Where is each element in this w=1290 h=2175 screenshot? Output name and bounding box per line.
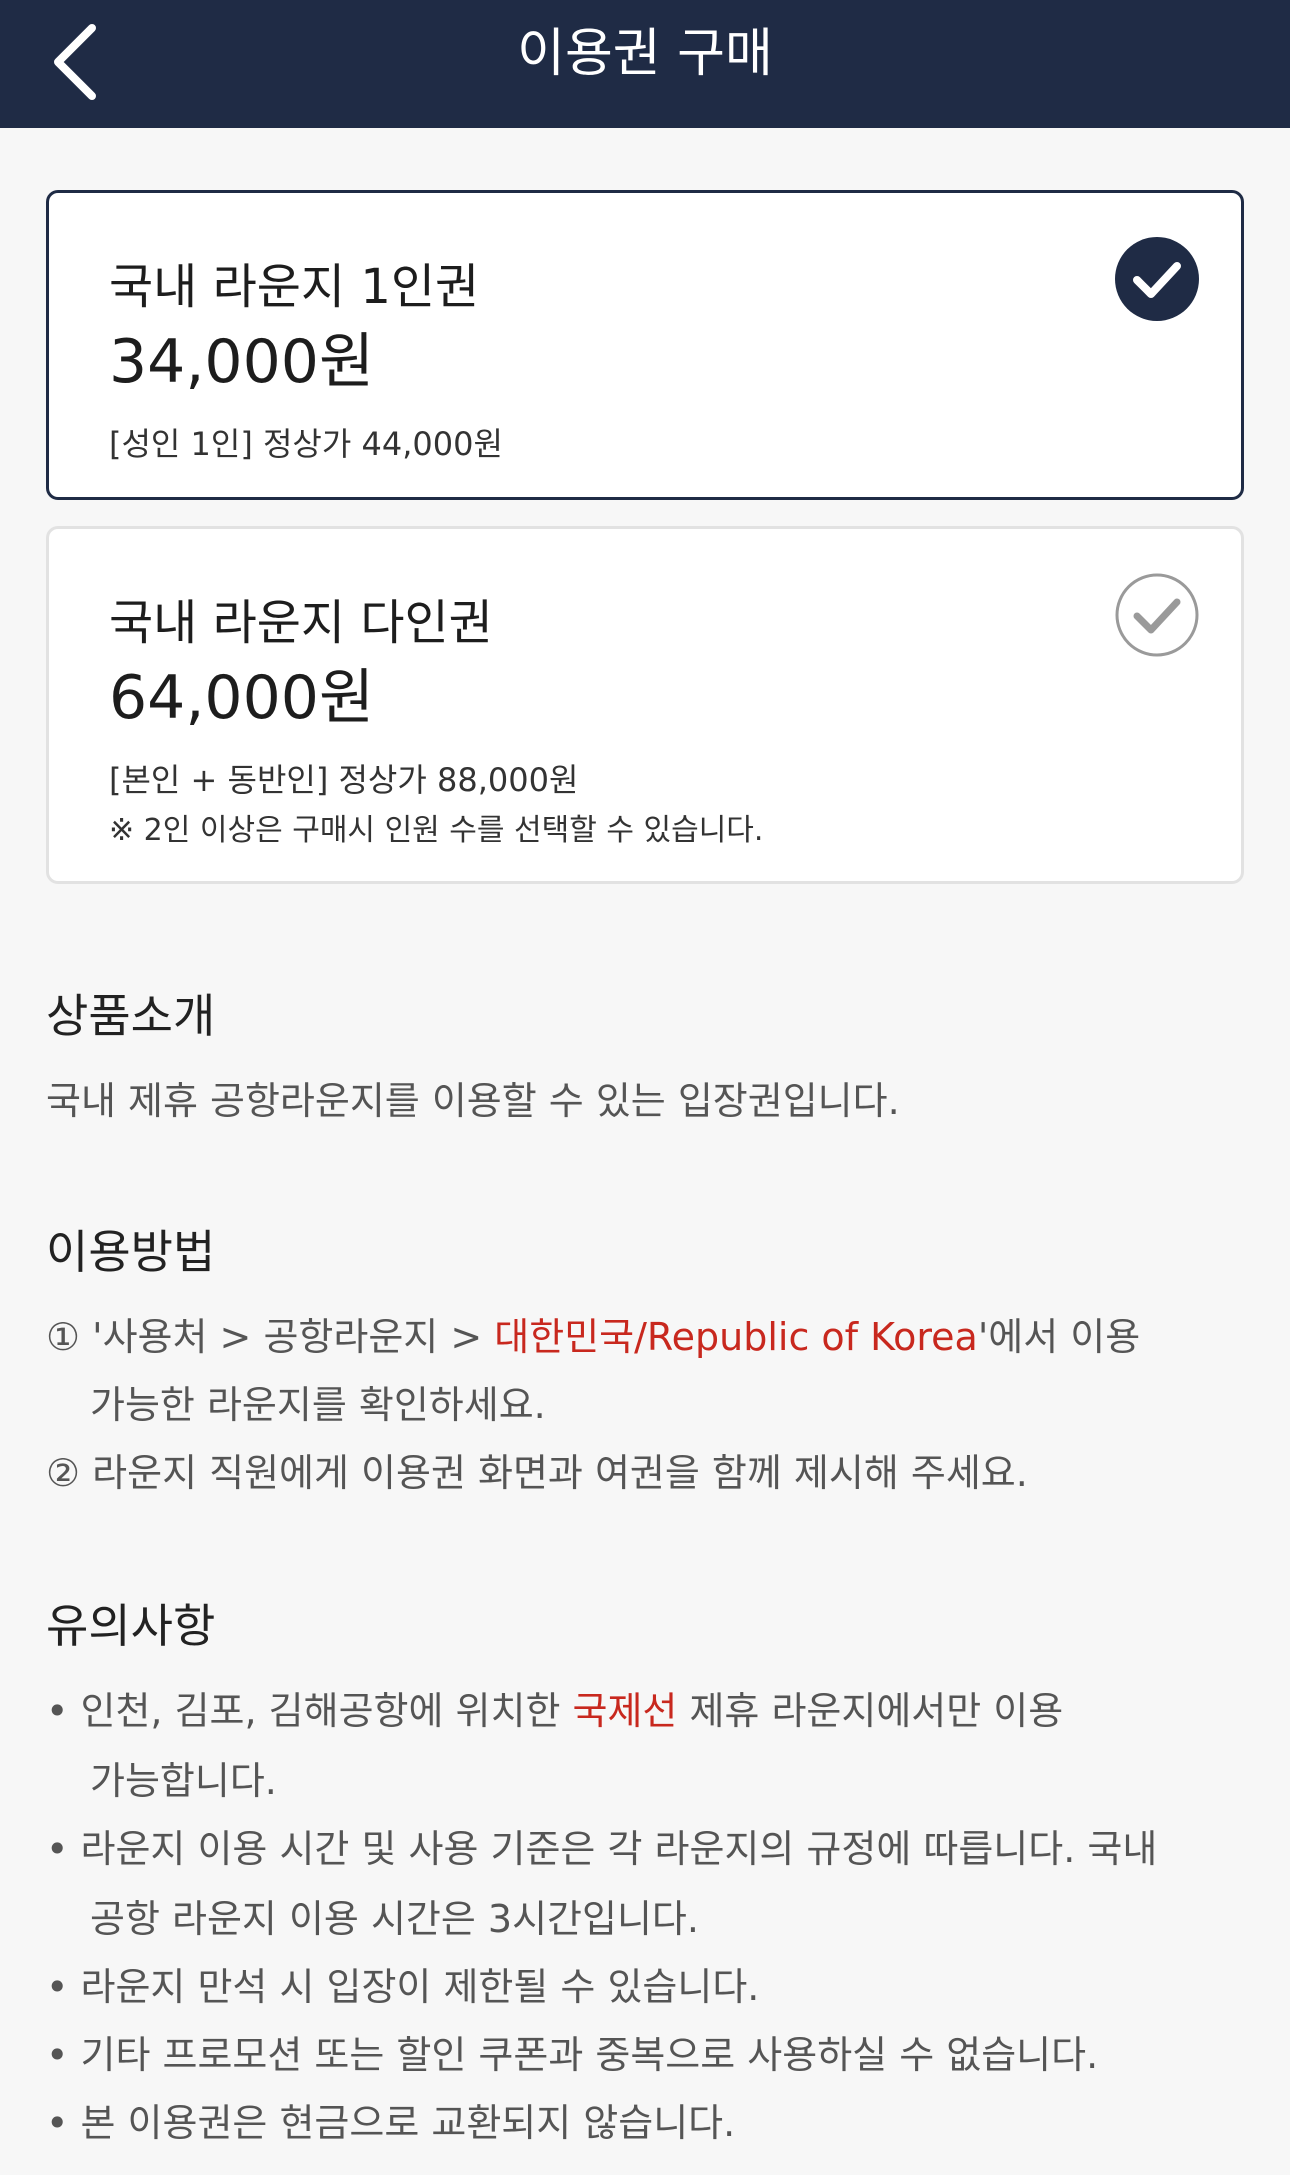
check-circle-filled-icon xyxy=(1115,237,1199,321)
intro-text: 국내 제휴 공항라운지를 이용할 수 있는 입장권입니다. xyxy=(46,1079,900,1123)
product-name: 국내 라운지 다인권 xyxy=(109,595,493,651)
intro-title: 상품소개 xyxy=(46,989,216,1043)
radio-unselected[interactable] xyxy=(1115,573,1199,657)
usage-step-2: ② 라운지 직원에게 이용권 화면과 여권을 함께 제시해 주세요. xyxy=(46,1451,1028,1495)
notice-item-1-highlight: 국제선 xyxy=(572,1689,678,1733)
usage-step-1-cont: 가능한 라운지를 확인하세요. xyxy=(90,1383,546,1427)
usage-step-1-prefix: ① '사용처 > 공항라운지 > xyxy=(46,1315,495,1359)
notice-item-2: • 라운지 이용 시간 및 사용 기준은 각 라운지의 규정에 따릅니다. 국내 xyxy=(46,1827,1158,1871)
notice-item-3: • 라운지 만석 시 입장이 제한될 수 있습니다. xyxy=(46,1965,760,2009)
usage-step-1-highlight: 대한민국/Republic of Korea xyxy=(494,1315,978,1359)
usage-title: 이용방법 xyxy=(46,1225,216,1279)
usage-step-1-suffix: '에서 이용 xyxy=(977,1315,1141,1359)
product-name: 국내 라운지 1인권 xyxy=(109,259,480,315)
page-title: 이용권 구매 xyxy=(517,24,773,84)
product-card-single[interactable]: 국내 라운지 1인권 34,000원 [성인 1인] 정상가 44,000원 xyxy=(46,190,1244,500)
notice-item-5: • 본 이용권은 현금으로 교환되지 않습니다. xyxy=(46,2101,736,2145)
usage-step-1: ① '사용처 > 공항라운지 > 대한민국/Republic of Korea'… xyxy=(46,1306,1140,1361)
top-bar: 이용권 구매 xyxy=(0,0,1290,128)
notice-item-1-prefix: • 인천, 김포, 김해공항에 위치한 xyxy=(46,1689,573,1733)
radio-selected[interactable] xyxy=(1115,237,1199,321)
product-card-multi[interactable]: 국내 라운지 다인권 64,000원 [본인 + 동반인] 정상가 88,000… xyxy=(46,526,1244,884)
notice-item-4: • 기타 프로모션 또는 할인 쿠폰과 중복으로 사용하실 수 없습니다. xyxy=(46,2033,1099,2077)
product-note-extra: ※ 2인 이상은 구매시 인원 수를 선택할 수 있습니다. xyxy=(109,813,764,848)
product-note: [성인 1인] 정상가 44,000원 xyxy=(109,425,503,463)
product-price: 34,000원 xyxy=(109,327,375,397)
product-price: 64,000원 xyxy=(109,663,375,733)
notice-item-1-cont: 가능합니다. xyxy=(90,1759,277,1803)
notice-item-2-cont: 공항 라운지 이용 시간은 3시간입니다. xyxy=(90,1897,699,1941)
check-circle-outline-icon xyxy=(1115,573,1199,657)
notice-item-1-suffix: 제휴 라운지에서만 이용 xyxy=(677,1689,1064,1733)
notice-item-1: • 인천, 김포, 김해공항에 위치한 국제선 제휴 라운지에서만 이용 xyxy=(46,1680,1063,1735)
notice-title: 유의사항 xyxy=(46,1599,216,1653)
product-note: [본인 + 동반인] 정상가 88,000원 xyxy=(109,761,579,799)
